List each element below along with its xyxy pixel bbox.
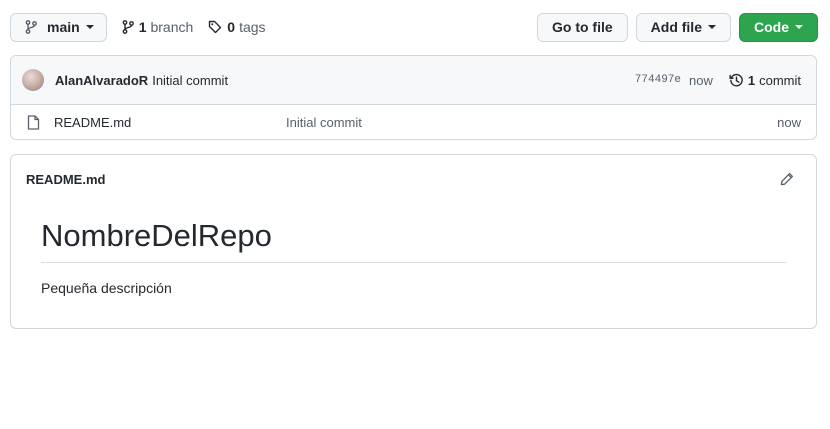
- git-branch-icon: [25, 20, 37, 34]
- avatar[interactable]: [22, 69, 44, 91]
- history-icon: [729, 73, 743, 86]
- code-button[interactable]: Code: [739, 12, 818, 42]
- readme-header: README.md: [11, 155, 816, 203]
- chevron-down-icon: [708, 25, 716, 29]
- branches-label: branch: [150, 19, 194, 35]
- repo-toolbar: main 1 branch 0 tags Go to file Add file…: [10, 12, 818, 42]
- commit-history-link[interactable]: 1 commit: [729, 73, 801, 88]
- file-browser: AlanAlvaradoR Initial commit 774497e now…: [10, 55, 817, 140]
- readme-panel: README.md NombreDelRepo Pequeña descripc…: [10, 154, 817, 329]
- commit-author[interactable]: AlanAlvaradoR: [55, 73, 148, 88]
- add-file-button[interactable]: Add file: [635, 12, 731, 42]
- code-label: Code: [754, 19, 789, 35]
- latest-commit-bar: AlanAlvaradoR Initial commit 774497e now…: [11, 56, 816, 105]
- commit-count-label: commit: [759, 72, 801, 88]
- tag-icon: [209, 20, 222, 34]
- readme-description: Pequeña descripción: [41, 280, 172, 297]
- pencil-icon: [780, 172, 794, 186]
- tags-label: tags: [239, 19, 266, 35]
- list-item: README.md Initial commit now: [11, 105, 816, 139]
- readme-content: NombreDelRepo Pequeña descripción: [11, 203, 816, 296]
- branches-count: 1: [138, 19, 147, 35]
- chevron-down-icon: [795, 25, 803, 29]
- commit-message[interactable]: Initial commit: [152, 73, 228, 88]
- tags-link[interactable]: 0 tags: [208, 19, 266, 35]
- add-file-label: Add file: [650, 19, 702, 35]
- go-to-file-button[interactable]: Go to file: [536, 12, 628, 42]
- branch-select-button[interactable]: main: [10, 12, 107, 42]
- edit-readme-button[interactable]: [780, 172, 794, 186]
- commit-age: now: [689, 72, 713, 88]
- file-name[interactable]: README.md: [54, 115, 286, 130]
- file-age: now: [777, 114, 801, 130]
- git-branch-icon: [122, 20, 134, 34]
- branches-link[interactable]: 1 branch: [122, 19, 194, 35]
- chevron-down-icon: [85, 25, 94, 29]
- readme-filename: README.md: [26, 171, 106, 187]
- tags-count: 0: [227, 19, 236, 35]
- readme-heading: NombreDelRepo: [41, 217, 786, 264]
- branch-name: main: [47, 19, 80, 35]
- go-to-file-label: Go to file: [551, 19, 613, 35]
- commit-sha[interactable]: 774497e: [635, 74, 681, 86]
- commit-count: 1: [747, 72, 756, 88]
- file-icon: [27, 114, 40, 130]
- file-commit-message[interactable]: Initial commit: [286, 115, 362, 130]
